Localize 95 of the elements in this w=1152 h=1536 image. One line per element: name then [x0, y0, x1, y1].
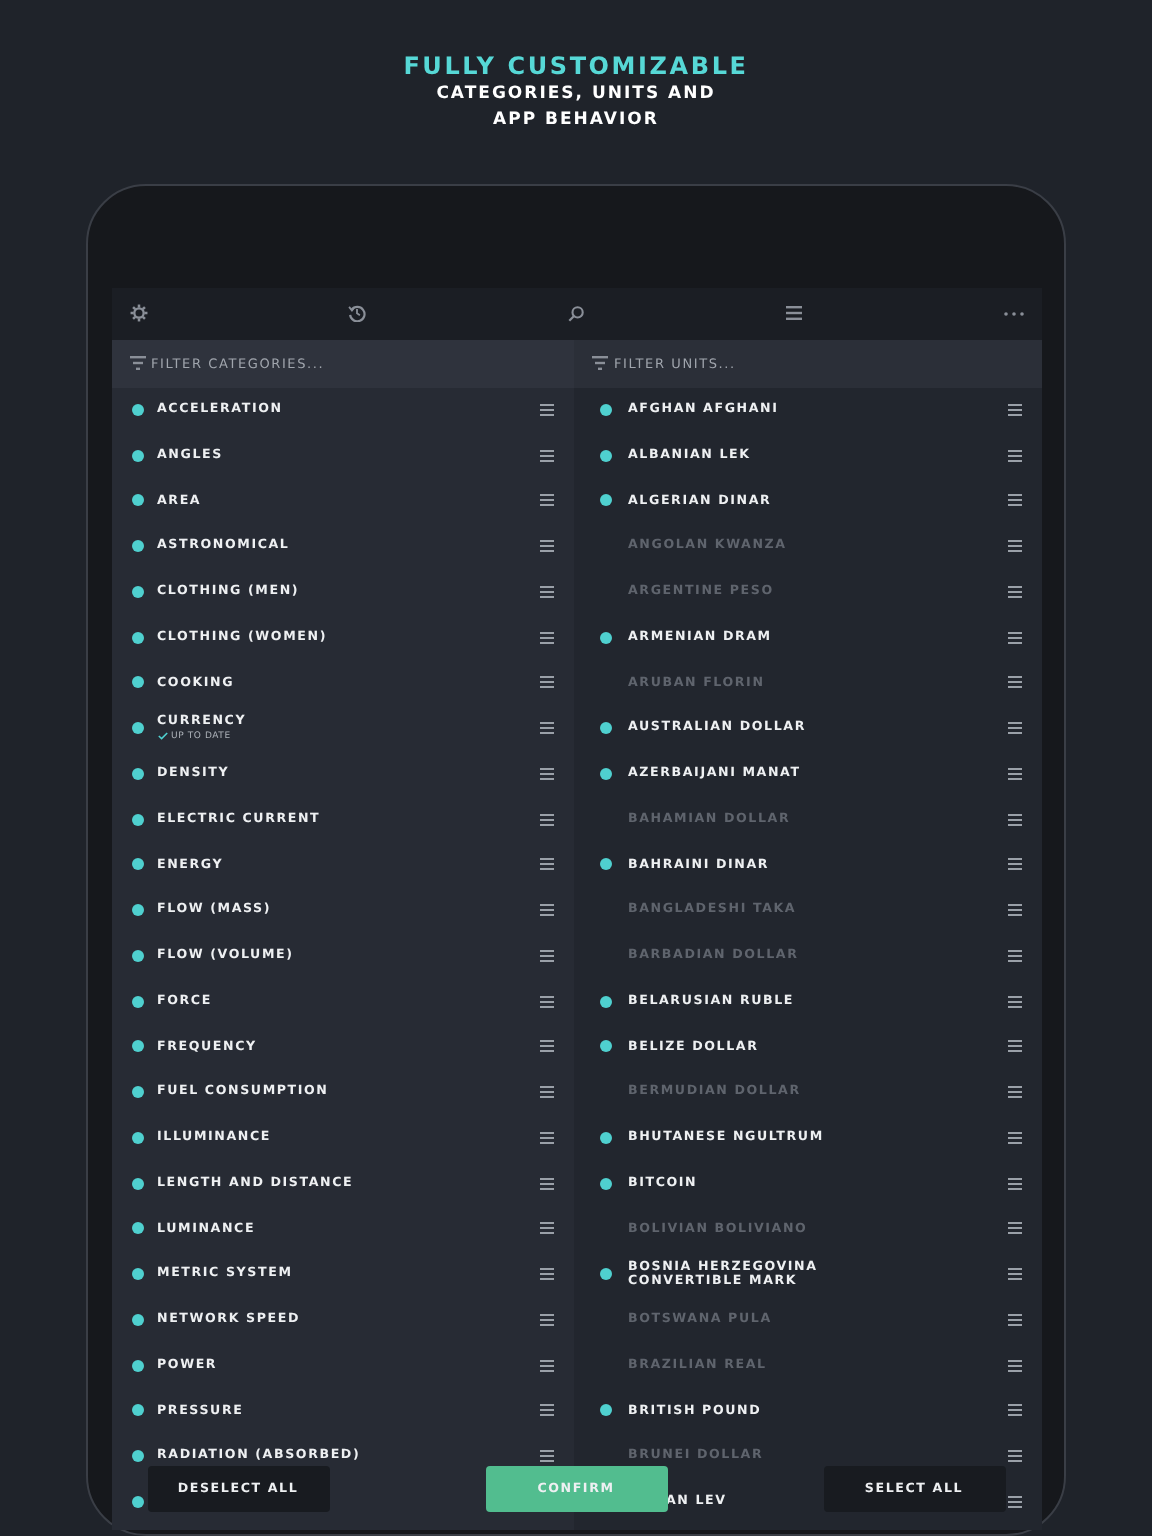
selected-dot[interactable]	[600, 1268, 612, 1281]
selected-dot[interactable]	[131, 995, 143, 1008]
drag-handle-icon[interactable]	[540, 995, 554, 1008]
selected-dot[interactable]	[131, 1268, 143, 1281]
drag-handle-icon[interactable]	[540, 813, 554, 826]
selected-dot[interactable]	[131, 449, 143, 462]
drag-handle-icon[interactable]	[1007, 1268, 1021, 1281]
drag-handle-icon[interactable]	[540, 449, 554, 462]
drag-handle-icon[interactable]	[540, 1450, 554, 1463]
selected-dot[interactable]	[600, 631, 612, 644]
drag-handle-icon[interactable]	[1007, 722, 1021, 735]
drag-handle-icon[interactable]	[1007, 1404, 1021, 1417]
history-icon[interactable]	[348, 304, 367, 323]
selected-dot[interactable]	[131, 1450, 143, 1463]
drag-handle-icon[interactable]	[540, 1086, 554, 1099]
drag-handle-icon[interactable]	[540, 949, 554, 962]
drag-handle-icon[interactable]	[1007, 403, 1021, 416]
drag-handle-icon[interactable]	[540, 540, 554, 553]
selected-dot[interactable]	[131, 1177, 143, 1190]
selected-dot[interactable]	[600, 403, 612, 416]
drag-handle-icon[interactable]	[1007, 949, 1021, 962]
drag-handle-icon[interactable]	[1007, 995, 1021, 1008]
drag-handle-icon[interactable]	[540, 1131, 554, 1144]
drag-handle-icon[interactable]	[1007, 1086, 1021, 1099]
drag-handle-icon[interactable]	[1007, 1222, 1021, 1235]
selected-dot[interactable]	[600, 767, 612, 780]
drag-handle-icon[interactable]	[540, 494, 554, 507]
selected-dot[interactable]	[600, 995, 612, 1008]
selected-dot[interactable]	[131, 1404, 143, 1417]
drag-handle-icon[interactable]	[540, 1404, 554, 1417]
drag-handle-icon[interactable]	[540, 904, 554, 917]
drag-handle-icon[interactable]	[540, 858, 554, 871]
check-icon	[157, 732, 167, 741]
more-icon[interactable]	[1003, 311, 1023, 316]
selected-dot[interactable]	[600, 494, 612, 507]
drag-handle-icon[interactable]	[540, 676, 554, 689]
drag-handle-icon[interactable]	[1007, 813, 1021, 826]
drag-handle-icon[interactable]	[540, 1268, 554, 1281]
selected-dot[interactable]	[600, 1404, 612, 1417]
selected-dot[interactable]	[131, 585, 143, 598]
drag-handle-icon[interactable]	[1007, 1131, 1021, 1144]
drag-handle-icon[interactable]	[1007, 1450, 1021, 1463]
selected-dot[interactable]	[131, 1313, 143, 1326]
headline: FULLY CUSTOMIZABLE	[403, 50, 749, 82]
selected-dot[interactable]	[131, 858, 143, 871]
drag-handle-icon[interactable]	[1007, 858, 1021, 871]
selected-dot[interactable]	[600, 449, 612, 462]
selected-dot[interactable]	[131, 631, 143, 644]
drag-handle-icon[interactable]	[1007, 449, 1021, 462]
drag-handle-icon[interactable]	[1007, 494, 1021, 507]
drag-handle-icon[interactable]	[1007, 1359, 1021, 1372]
drag-handle-icon[interactable]	[540, 585, 554, 598]
selected-dot[interactable]	[131, 540, 143, 553]
selected-dot[interactable]	[600, 1040, 612, 1053]
selected-dot[interactable]	[131, 1359, 143, 1372]
selected-dot[interactable]	[131, 676, 143, 689]
selected-dot[interactable]	[131, 904, 143, 917]
drag-handle-icon[interactable]	[540, 403, 554, 416]
drag-handle-icon[interactable]	[540, 1313, 554, 1326]
selected-dot[interactable]	[131, 1222, 143, 1235]
subheadline: CATEGORIES, UNITS AND APP BEHAVIOR	[434, 82, 718, 134]
drag-handle-icon[interactable]	[1007, 1495, 1021, 1508]
drag-handle-icon[interactable]	[1007, 1313, 1021, 1326]
selected-dot[interactable]	[600, 722, 612, 735]
selected-dot[interactable]	[600, 858, 612, 871]
search-icon[interactable]	[568, 305, 584, 322]
selected-dot[interactable]	[131, 949, 143, 962]
drag-handle-icon[interactable]	[540, 1177, 554, 1190]
drag-handle-icon[interactable]	[1007, 585, 1021, 598]
selected-dot[interactable]	[131, 722, 143, 735]
drag-handle-icon[interactable]	[540, 1222, 554, 1235]
drag-handle-icon[interactable]	[540, 722, 554, 735]
menu-icon[interactable]	[785, 306, 802, 321]
drag-handle-icon[interactable]	[1007, 767, 1021, 780]
selected-dot[interactable]	[600, 1177, 612, 1190]
selected-dot[interactable]	[131, 1040, 143, 1053]
drag-handle-icon[interactable]	[540, 767, 554, 780]
drag-handle-icon[interactable]	[540, 1040, 554, 1053]
selected-dot[interactable]	[131, 813, 143, 826]
drag-handle-icon[interactable]	[1007, 676, 1021, 689]
selected-dot[interactable]	[131, 1086, 143, 1099]
drag-handle-icon[interactable]	[1007, 904, 1021, 917]
selected-dot[interactable]	[131, 494, 143, 507]
drag-handle-icon[interactable]	[1007, 1177, 1021, 1190]
drag-handle-icon[interactable]	[540, 1359, 554, 1372]
selected-dot[interactable]	[131, 403, 143, 416]
selected-dot[interactable]	[131, 767, 143, 780]
selected-dot[interactable]	[600, 1131, 612, 1144]
drag-handle-icon[interactable]	[1007, 631, 1021, 644]
settings-icon[interactable]	[129, 304, 147, 323]
selected-dot[interactable]	[131, 1495, 143, 1508]
drag-handle-icon[interactable]	[1007, 540, 1021, 553]
drag-handle-icon[interactable]	[1007, 1040, 1021, 1053]
drag-handle-icon[interactable]	[540, 631, 554, 644]
selected-dot[interactable]	[131, 1131, 143, 1144]
